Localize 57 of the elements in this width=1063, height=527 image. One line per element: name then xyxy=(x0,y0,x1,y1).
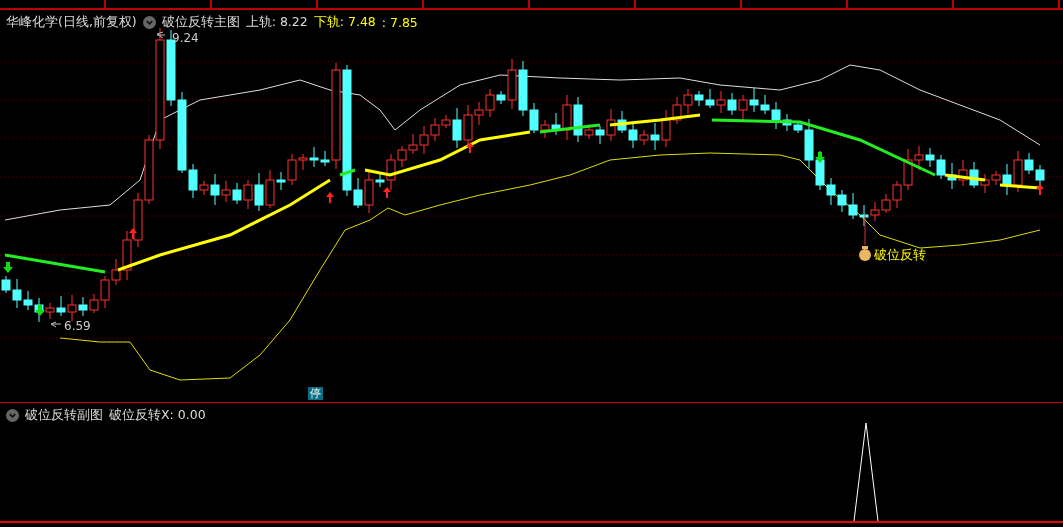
candlestick xyxy=(78,296,88,317)
money-bag-icon xyxy=(859,246,871,261)
candlestick xyxy=(815,150,825,191)
down-arrow-icon xyxy=(3,262,13,273)
lower-band-value: 下轨: 7.48 xyxy=(313,14,376,31)
candlestick xyxy=(837,189,847,213)
signal-line xyxy=(864,214,866,246)
candlestick xyxy=(254,172,264,212)
candlestick xyxy=(947,162,957,190)
candlestick xyxy=(848,192,858,220)
candlestick xyxy=(309,146,319,168)
candlestick xyxy=(859,204,869,227)
down-arrow-icon xyxy=(35,305,45,316)
candlestick xyxy=(760,94,770,115)
low-price-label: 6.59 xyxy=(64,319,91,333)
sub-indicator-name: 破位反转副图 xyxy=(25,407,103,424)
candlestick xyxy=(617,110,627,134)
candlestick xyxy=(980,173,990,194)
candlestick xyxy=(925,147,935,168)
candlestick xyxy=(672,96,682,125)
up-arrow-icon xyxy=(129,228,137,239)
dropdown-icon[interactable] xyxy=(142,16,156,29)
candlestick xyxy=(232,182,242,205)
upper-band-value: 上轨: 8.22 xyxy=(245,14,308,31)
indicator-name: 破位反转主图 xyxy=(161,14,240,31)
up-arrow-icon xyxy=(1036,184,1044,195)
candlestick xyxy=(969,161,979,189)
candlestick xyxy=(705,88,715,109)
candlestick xyxy=(881,193,891,214)
candlestick xyxy=(133,192,143,248)
extra-value: : 7.85 xyxy=(381,15,418,30)
up-arrow-icon xyxy=(326,192,334,203)
price-pointer-icon xyxy=(50,321,62,328)
candlestick xyxy=(56,295,66,317)
candlestick xyxy=(738,94,748,121)
candlestick xyxy=(749,87,759,113)
candlestick xyxy=(67,294,77,322)
dropdown-icon[interactable] xyxy=(6,409,19,422)
high-price-label: 9.24 xyxy=(172,31,199,45)
down-arrow-icon xyxy=(815,152,825,163)
signal-label: 破位反转 xyxy=(874,246,926,264)
stock-title: 华峰化学(日线,前复权) xyxy=(6,14,137,31)
up-arrow-icon xyxy=(383,187,391,198)
candlestick xyxy=(958,159,968,187)
halt-badge: 停 xyxy=(308,387,323,400)
price-pointer-icon xyxy=(156,31,166,39)
candlestick xyxy=(661,109,671,148)
candlestick xyxy=(243,179,253,210)
sub-indicator-value: 破位反转X: 0.00 xyxy=(109,407,206,424)
candlestick xyxy=(727,92,737,116)
candlestick xyxy=(870,201,880,222)
candlestick xyxy=(408,133,418,155)
up-arrow-icon xyxy=(466,142,474,153)
candlestick xyxy=(419,125,429,155)
candlestick xyxy=(936,154,946,180)
candlestick xyxy=(716,90,726,114)
candlestick xyxy=(826,177,836,206)
